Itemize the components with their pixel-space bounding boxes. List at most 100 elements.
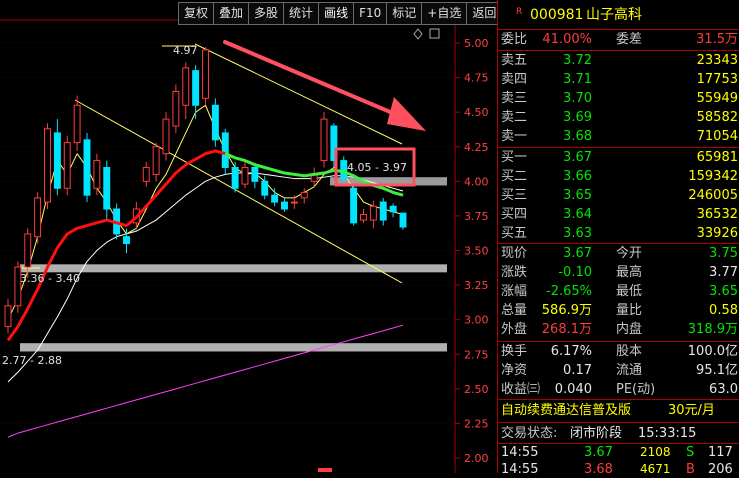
- tick-volume: 4671: [640, 462, 671, 476]
- quote-value: 268.1万: [541, 322, 592, 337]
- tick-price: 3.67: [584, 445, 613, 460]
- f10-button[interactable]: F10: [353, 2, 388, 25]
- stock-header: R 000981 山子高科: [498, 6, 739, 26]
- order-volume: 58582: [696, 110, 738, 125]
- stat-value: 0.040: [554, 382, 592, 397]
- add-watchlist-button[interactable]: +自选: [421, 2, 468, 25]
- price-label: 4.97: [173, 44, 198, 57]
- order-price: 3.70: [563, 91, 592, 106]
- order-price: 3.63: [563, 226, 592, 241]
- sell-row[interactable]: 卖三 3.70 55949: [498, 89, 739, 108]
- order-price: 3.71: [563, 72, 592, 87]
- stock-code: 000981: [530, 7, 584, 23]
- candle: [320, 112, 328, 168]
- sell-row[interactable]: 卖四 3.71 17753: [498, 70, 739, 89]
- quote-row: 现价 3.67 今开 3.75: [498, 244, 739, 263]
- order-price: 3.68: [563, 129, 592, 144]
- quote-row: 外盘 268.1万 内盘 318.9万: [498, 320, 739, 339]
- tick-side: S: [686, 445, 695, 460]
- fuquan-button[interactable]: 复权: [178, 2, 215, 25]
- y-tick-label: 3.75: [464, 210, 489, 223]
- y-tick-label: 4.25: [464, 141, 489, 154]
- order-volume: 65981: [696, 150, 738, 165]
- stat-row: 换手 6.17% 股本 100.0亿: [498, 342, 739, 361]
- tick-row[interactable]: 14:55 3.67 2108 S 117: [498, 444, 739, 461]
- candle: [399, 212, 407, 230]
- ratio-row: 委比 41.00% 委差 31.5万: [501, 32, 738, 47]
- y-tick-label: 4.00: [464, 175, 489, 188]
- quote-value: 0.58: [709, 303, 738, 318]
- buy-row[interactable]: 买一 3.67 65981: [498, 148, 739, 167]
- stat-row: 净资 0.17 流通 95.1亿: [498, 361, 739, 380]
- candle: [14, 261, 22, 313]
- y-tick-label: 3.50: [464, 245, 489, 258]
- order-price: 3.65: [563, 188, 592, 203]
- candle: [172, 84, 180, 133]
- buy-row[interactable]: 买二 3.66 159342: [498, 167, 739, 186]
- mark-button[interactable]: 标记: [386, 2, 423, 25]
- overlay-button[interactable]: 叠加: [213, 2, 250, 25]
- stat-value: 0.17: [563, 363, 592, 378]
- order-volume: 33926: [696, 226, 738, 241]
- order-price: 3.69: [563, 110, 592, 125]
- stat-value: 6.17%: [550, 344, 592, 359]
- tick-time: 14:55: [501, 462, 539, 477]
- tick-side: B: [686, 462, 695, 477]
- quote-value: 318.9万: [687, 322, 738, 337]
- quote-row: 涨跌 -0.10 最高 3.77: [498, 263, 739, 282]
- y-tick-label: 4.75: [464, 72, 489, 85]
- order-price: 3.72: [563, 53, 592, 68]
- candle: [350, 184, 358, 226]
- candle: [202, 47, 209, 106]
- price-band: [20, 343, 447, 352]
- quote-row: 涨幅 -2.65% 最低 3.65: [498, 282, 739, 301]
- quote-value: 586.9万: [541, 303, 592, 318]
- promo-price[interactable]: 30元/月: [668, 401, 715, 420]
- tick-volume: 2108: [640, 445, 671, 459]
- order-volume: 55949: [696, 91, 738, 106]
- kline-chart[interactable]: 5.00 4.75 4.50 4.25 4.00 3.75 3.50 3.25 3.00 2.75…: [0, 0, 497, 473]
- multi-stock-button[interactable]: 多股: [248, 2, 285, 25]
- quote-label: 最高: [616, 265, 643, 280]
- buy-row[interactable]: 买五 3.63 33926: [498, 224, 739, 243]
- stat-value: 95.1亿: [696, 363, 738, 378]
- buy-row[interactable]: 买四 3.64 36532: [498, 205, 739, 224]
- price-label: 4.05 - 3.97: [347, 161, 407, 174]
- candle: [211, 98, 219, 147]
- y-tick-label: 3.00: [464, 314, 489, 327]
- price-label: 2.77 - 2.88: [2, 354, 62, 367]
- order-volume: 246005: [688, 188, 738, 203]
- tick-count: 117: [708, 445, 733, 460]
- buy-row[interactable]: 买三 3.65 246005: [498, 186, 739, 205]
- quote-value: 3.75: [709, 246, 738, 261]
- stats-button[interactable]: 统计: [283, 2, 320, 25]
- candle: [162, 112, 170, 161]
- quote-value: 3.67: [563, 246, 592, 261]
- stat-row: 收益㈢ 0.040 PE(动) 63.0: [498, 380, 739, 399]
- divider: [498, 422, 739, 423]
- order-volume: 71054: [696, 129, 738, 144]
- tick-count: 206: [708, 462, 733, 477]
- y-tick-label: 2.75: [464, 348, 489, 361]
- y-tick-label: 2.00: [464, 452, 489, 465]
- promo-text[interactable]: 自动续费通达信普及版: [501, 401, 631, 420]
- order-volume: 159342: [688, 169, 738, 184]
- stock-badge: R: [516, 7, 523, 17]
- order-volume: 36532: [696, 207, 738, 222]
- order-price: 3.66: [563, 169, 592, 184]
- y-tick-label: 2.25: [464, 417, 489, 430]
- quote-label: 量比: [616, 303, 643, 318]
- candle: [63, 135, 71, 196]
- stat-value: 63.0: [709, 382, 738, 397]
- quote-row: 总量 586.9万 量比 0.58: [498, 301, 739, 320]
- stat-label: 股本: [616, 344, 643, 359]
- tick-row[interactable]: 14:55 3.68 4671 B 206: [498, 461, 739, 478]
- scroll-marker[interactable]: [318, 468, 332, 472]
- sell-row[interactable]: 卖二 3.69 58582: [498, 108, 739, 127]
- sell-row[interactable]: 卖一 3.68 71054: [498, 127, 739, 146]
- quote-value: -2.65%: [546, 284, 592, 299]
- sell-row[interactable]: 卖五 3.72 23343: [498, 51, 739, 70]
- draw-line-button[interactable]: 画线: [318, 2, 355, 25]
- order-volume: 17753: [696, 72, 738, 87]
- promo-row[interactable]: 自动续费通达信普及版 30元/月: [498, 401, 739, 420]
